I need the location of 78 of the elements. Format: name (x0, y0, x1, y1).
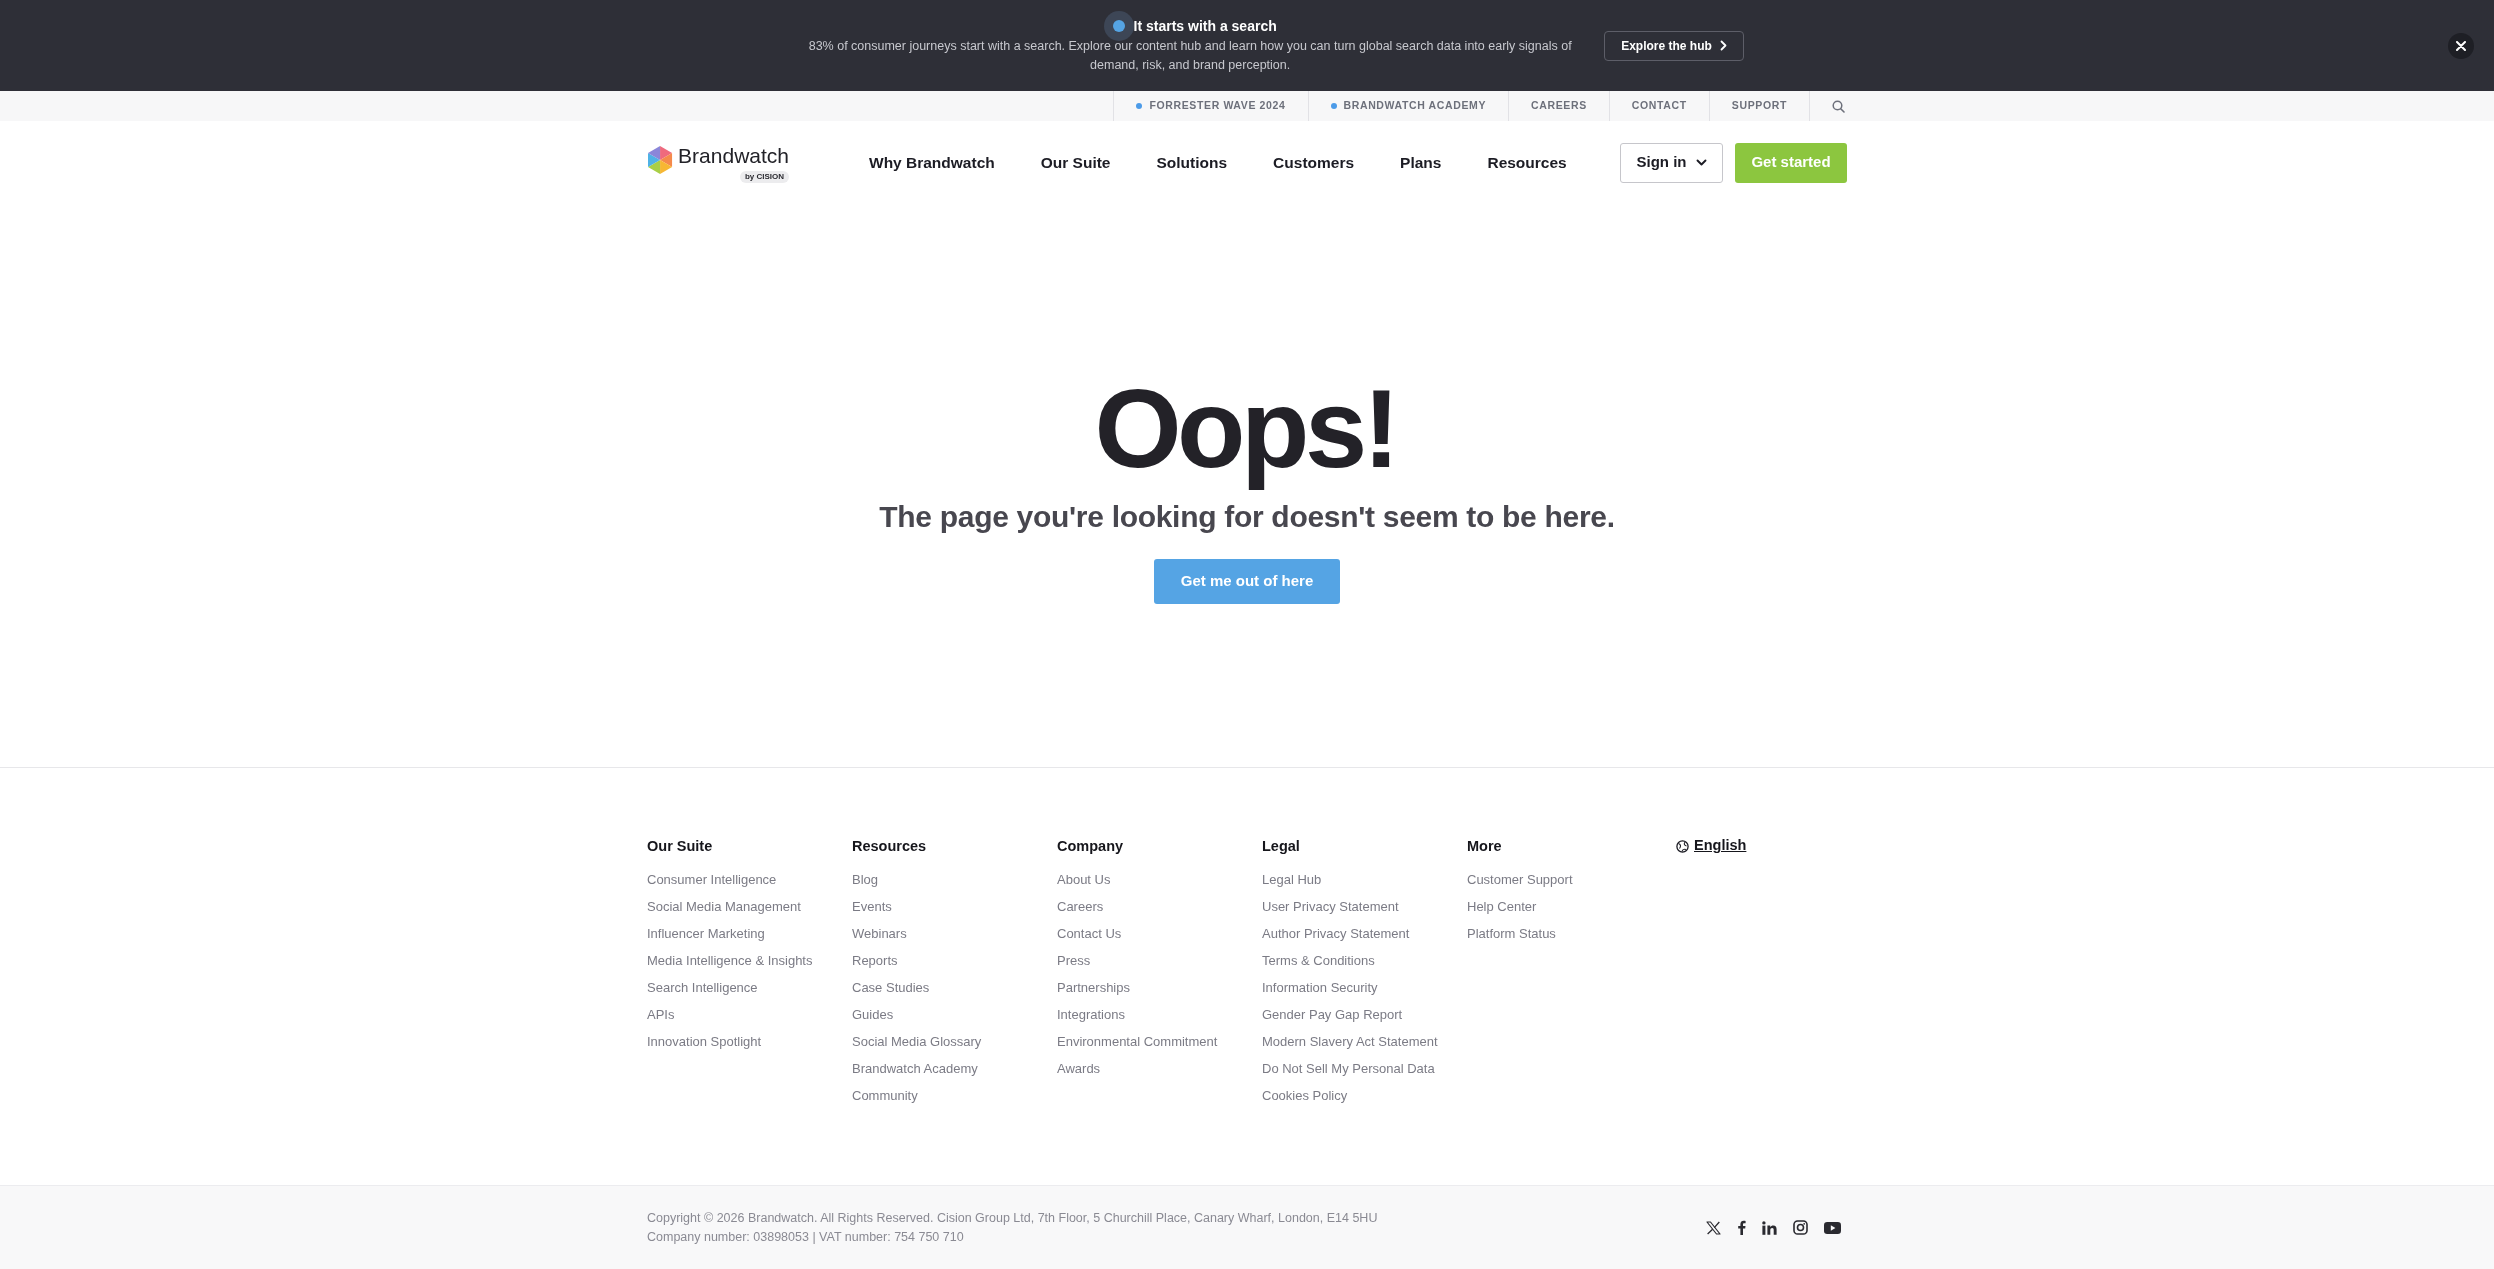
banner-text: 83% of consumer journeys start with a search. Explore our content hub and learn how you can turn global search data into early signals of demand, risk, and brand perception. (807, 37, 1573, 74)
pulse-dot-icon (1103, 10, 1134, 41)
footer-link[interactable]: Guides (852, 1007, 894, 1022)
footer-link[interactable]: Consumer Intelligence (647, 872, 777, 887)
footer-link[interactable]: Blog (852, 872, 879, 887)
footer-link[interactable]: Awards (1057, 1061, 1101, 1076)
footer-link[interactable]: Media Intelligence & Insights (647, 953, 813, 968)
footer-link[interactable]: Influencer Marketing (647, 926, 765, 941)
footer-link[interactable]: Community (852, 1088, 918, 1103)
cision-byline-badge: by CISION (739, 170, 789, 183)
legal-text: Company number: 03898053 | VAT number: 754 750 710 (647, 1228, 965, 1246)
x-social-icon[interactable] (1706, 1220, 1721, 1235)
chevron-right-icon (1719, 40, 1727, 51)
footer-link[interactable]: Author Privacy Statement (1262, 926, 1410, 941)
error-message: The page you're looking for doesn't seem to be here. (879, 499, 1615, 535)
facebook-icon[interactable] (1737, 1220, 1746, 1235)
utility-link[interactable]: BRANDWATCH ACADEMY (1343, 98, 1487, 114)
chevron-down-icon (1695, 159, 1707, 166)
footer-link[interactable]: Events (852, 899, 892, 914)
error-heading: Oops! (1093, 365, 1397, 493)
dot-icon (1330, 103, 1337, 109)
globe-icon (1676, 839, 1689, 853)
footer-column-heading: Resources (852, 837, 928, 856)
footer-link[interactable]: Cookies Policy (1262, 1088, 1348, 1103)
footer-link[interactable]: Modern Slavery Act Statement (1262, 1034, 1438, 1049)
nav-link[interactable]: Plans (1400, 150, 1442, 175)
sign-in-button[interactable]: Sign in (1620, 142, 1723, 183)
footer-link[interactable]: Contact Us (1057, 926, 1122, 941)
nav-link[interactable]: Why Brandwatch (869, 150, 995, 175)
instagram-icon[interactable] (1793, 1220, 1808, 1235)
footer-link[interactable]: Reports (852, 953, 898, 968)
footer-link[interactable]: Do Not Sell My Personal Data (1262, 1061, 1435, 1076)
footer-link[interactable]: Platform Status (1467, 926, 1556, 941)
footer-link[interactable]: Integrations (1057, 1007, 1125, 1022)
footer-link[interactable]: Gender Pay Gap Report (1262, 1007, 1403, 1022)
utility-link[interactable]: CAREERS (1531, 98, 1587, 114)
footer-column-heading: Company (1057, 837, 1125, 856)
footer-link[interactable]: Brandwatch Academy (852, 1061, 978, 1076)
footer-link[interactable]: About Us (1057, 872, 1111, 887)
utility-link[interactable]: SUPPORT (1731, 98, 1787, 114)
close-icon (2456, 40, 2466, 51)
nav-link[interactable]: Resources (1487, 150, 1567, 175)
explore-hub-button[interactable]: Explore the hub (1604, 30, 1744, 61)
footer-link[interactable]: APIs (647, 1007, 675, 1022)
utility-link[interactable]: FORRESTER WAVE 2024 (1149, 98, 1286, 114)
footer-link[interactable]: User Privacy Statement (1262, 899, 1399, 914)
utility-link[interactable]: CONTACT (1631, 98, 1687, 114)
footer-link[interactable]: Careers (1057, 899, 1104, 914)
nav-link[interactable]: Solutions (1156, 150, 1228, 175)
footer-link[interactable]: Legal Hub (1262, 872, 1322, 887)
brand-wordmark[interactable]: Brandwatch (678, 142, 789, 169)
footer-column-heading: More (1467, 837, 1503, 856)
footer-link[interactable]: Press (1057, 953, 1091, 968)
footer-link[interactable]: Customer Support (1467, 872, 1573, 887)
get-me-out-button[interactable]: Get me out of here (1153, 559, 1341, 604)
language-link[interactable]: English (1694, 835, 1747, 857)
footer-link[interactable]: Terms & Conditions (1262, 953, 1375, 968)
footer-column-heading: Legal (1262, 837, 1301, 856)
search-icon[interactable] (1832, 99, 1845, 113)
footer-link[interactable]: Environmental Commitment (1057, 1034, 1218, 1049)
footer-link[interactable]: Social Media Glossary (852, 1034, 982, 1049)
banner-title: It starts with a search (1133, 16, 1277, 35)
nav-link[interactable]: Our Suite (1040, 150, 1111, 175)
footer-link[interactable]: Help Center (1467, 899, 1537, 914)
linkedin-icon[interactable] (1762, 1220, 1777, 1235)
footer-column-heading: Our Suite (647, 837, 714, 856)
footer-link[interactable]: Social Media Management (647, 899, 801, 914)
youtube-icon[interactable] (1824, 1221, 1841, 1234)
footer-link[interactable]: Case Studies (852, 980, 930, 995)
footer-link[interactable]: Innovation Spotlight (647, 1034, 762, 1049)
nav-link[interactable]: Customers (1273, 150, 1355, 175)
footer-link[interactable]: Information Security (1262, 980, 1378, 995)
legal-text: Copyright © 2026 Brandwatch. All Rights Reserved. Cision Group Ltd, 7th Floor, 5 Churchill Place, Canary Wharf, London, E14 5HU (647, 1209, 1378, 1227)
dot-icon (1136, 103, 1143, 109)
footer-link[interactable]: Search Intelligence (647, 980, 758, 995)
close-button[interactable] (2448, 32, 2474, 59)
footer-link[interactable]: Webinars (852, 926, 907, 941)
footer-link[interactable]: Partnerships (1057, 980, 1130, 995)
